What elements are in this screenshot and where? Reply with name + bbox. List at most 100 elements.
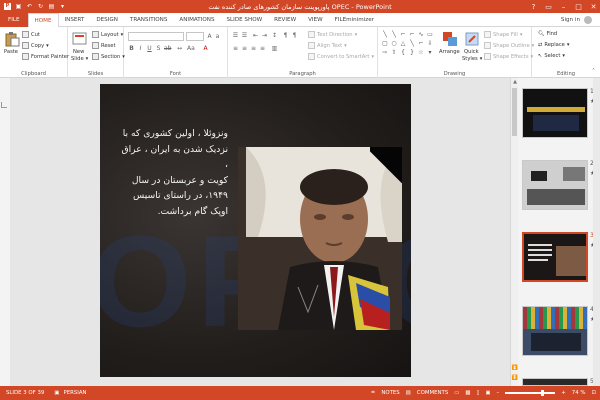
- collapse-ribbon-icon[interactable]: ˄: [590, 68, 597, 75]
- notes-icon[interactable]: ≐: [371, 390, 376, 396]
- bullets-icon[interactable]: ☰: [232, 32, 239, 39]
- oval-shape-icon[interactable]: ○: [390, 40, 398, 47]
- collapsed-left-pane[interactable]: [0, 78, 10, 386]
- decrease-indent-icon[interactable]: ⇤: [252, 32, 259, 39]
- font-name-input[interactable]: [128, 32, 184, 41]
- arrow-shape-icon[interactable]: ⇩: [426, 40, 434, 47]
- ribbon-display-button[interactable]: ▭: [544, 3, 553, 11]
- arrange-button[interactable]: Arrange: [439, 49, 460, 55]
- slide-thumbnail[interactable]: [522, 88, 588, 138]
- elbow-shape-icon[interactable]: ⌐: [399, 31, 407, 38]
- present-icon[interactable]: ▤: [48, 3, 55, 10]
- paste-button[interactable]: Paste: [4, 49, 18, 55]
- slide-thumbnail[interactable]: [522, 378, 588, 386]
- justify-icon[interactable]: ≡: [259, 45, 266, 52]
- notes-button[interactable]: NOTES: [381, 390, 399, 396]
- tab-fileminimizer[interactable]: FILEminimizer: [329, 13, 380, 27]
- comments-icon[interactable]: ▤: [406, 390, 411, 396]
- brace-shape-icon[interactable]: {: [399, 49, 407, 56]
- rounded-rect-shape-icon[interactable]: ▢: [381, 40, 389, 47]
- paste-icon[interactable]: [4, 31, 20, 47]
- slide-canvas[interactable]: OPEC ونزوئلا ، اولین کشوری که با نزدیک ش…: [100, 84, 411, 377]
- font-size-input[interactable]: [186, 32, 204, 41]
- char-spacing-icon[interactable]: ↔: [176, 45, 183, 52]
- text-direction-button[interactable]: Text Direction ▾: [308, 31, 357, 38]
- triangle-shape-icon[interactable]: △: [399, 40, 407, 47]
- new-slide-icon[interactable]: [72, 31, 88, 47]
- more-shapes-icon[interactable]: ▾: [426, 49, 434, 56]
- close-button[interactable]: ✕: [589, 3, 598, 11]
- sign-in-label[interactable]: Sign in: [561, 13, 580, 27]
- replace-button[interactable]: ⇄ Replace ▾: [538, 42, 570, 48]
- tab-insert[interactable]: INSERT: [59, 13, 91, 27]
- normal-view-icon[interactable]: ▭: [454, 390, 459, 396]
- italic-icon[interactable]: I: [137, 45, 144, 52]
- quick-styles-button[interactable]: Quick: [464, 49, 479, 55]
- zoom-in-icon[interactable]: +: [561, 390, 566, 396]
- change-case-icon[interactable]: Aa: [187, 45, 195, 52]
- shape-effects-button[interactable]: Shape Effects ▾: [484, 53, 533, 60]
- minimize-button[interactable]: –: [559, 3, 568, 11]
- align-text-button[interactable]: Align Text ▾: [308, 42, 347, 49]
- line-spacing-icon[interactable]: ↕: [271, 32, 278, 39]
- slide-text-box[interactable]: ونزوئلا ، اولین کشوری که با نزدیک شدن به…: [116, 126, 228, 219]
- format-painter-button[interactable]: Format Painter: [22, 53, 69, 60]
- comments-button[interactable]: COMMENTS: [417, 390, 448, 396]
- increase-indent-icon[interactable]: ⇥: [261, 32, 268, 39]
- quick-styles-icon[interactable]: [464, 31, 480, 47]
- find-button[interactable]: 🔍︎ Find: [538, 31, 557, 37]
- shape-outline-button[interactable]: Shape Outline ▾: [484, 42, 534, 49]
- tab-file[interactable]: FILE: [0, 12, 28, 27]
- new-slide-button[interactable]: New: [73, 49, 84, 55]
- save-icon[interactable]: ▣: [15, 3, 22, 10]
- tab-animations[interactable]: ANIMATIONS: [173, 13, 220, 27]
- undo-icon[interactable]: ↶: [26, 3, 33, 10]
- rectangle-shape-icon[interactable]: ▭: [426, 31, 434, 38]
- copy-button[interactable]: Copy ▾: [22, 42, 49, 49]
- align-center-icon[interactable]: ≡: [241, 45, 248, 52]
- reset-button[interactable]: Reset: [92, 42, 116, 49]
- tab-view[interactable]: VIEW: [302, 13, 329, 27]
- maximize-button[interactable]: □: [574, 3, 583, 11]
- layout-button[interactable]: Layout ▾: [92, 31, 123, 38]
- cut-button[interactable]: Cut: [22, 31, 40, 38]
- underline-icon[interactable]: U: [146, 45, 153, 52]
- redo-icon[interactable]: ↻: [37, 3, 44, 10]
- slide-thumbnail-selected[interactable]: [522, 232, 588, 282]
- tab-review[interactable]: REVIEW: [268, 13, 302, 27]
- section-button[interactable]: Section ▾: [92, 53, 125, 60]
- fit-to-window-icon[interactable]: ⊡: [591, 390, 596, 396]
- elbow-shape-icon[interactable]: ⌐: [408, 31, 416, 38]
- tab-slide-show[interactable]: SLIDE SHOW: [221, 13, 269, 27]
- new-slide-dropdown[interactable]: Slide ▾: [71, 56, 88, 62]
- slide-photo[interactable]: [238, 147, 402, 330]
- select-button[interactable]: ↖ Select ▾: [538, 53, 565, 59]
- elbow-shape-icon[interactable]: ⌐: [417, 40, 425, 47]
- ltr-icon[interactable]: ¶: [282, 32, 289, 39]
- thumbnails-scrollbar[interactable]: [593, 78, 600, 386]
- zoom-slider-knob[interactable]: [541, 390, 545, 396]
- slide-scrollbar[interactable]: ▲ ⏫ ⏬: [510, 78, 518, 386]
- arrow-shape-icon[interactable]: ⇧: [390, 49, 398, 56]
- align-left-icon[interactable]: ≡: [232, 45, 239, 52]
- rtl-icon[interactable]: ¶: [291, 32, 298, 39]
- convert-smartart-button[interactable]: Convert to SmartArt ▾: [308, 53, 374, 60]
- star-shape-icon[interactable]: ☆: [417, 49, 425, 56]
- shapes-gallery[interactable]: ╲ ╲ ⌐ ⌐ ∿ ▭ ▢ ○ △ ╲ ⌐ ⇩ ⇨ ⇧ { } ☆ ▾: [381, 31, 435, 57]
- shape-fill-button[interactable]: Shape Fill ▾: [484, 31, 522, 38]
- arrange-icon[interactable]: [442, 31, 458, 47]
- numbering-icon[interactable]: ☰: [241, 32, 248, 39]
- help-button[interactable]: ?: [529, 3, 538, 11]
- shadow-icon[interactable]: S: [155, 45, 162, 52]
- font-color-icon[interactable]: A: [202, 45, 209, 52]
- customize-icon[interactable]: ▾: [59, 3, 66, 10]
- slide-thumbnail[interactable]: [522, 160, 588, 210]
- zoom-out-icon[interactable]: –: [497, 390, 500, 396]
- quick-styles-dropdown[interactable]: Styles ▾: [462, 56, 482, 62]
- bold-icon[interactable]: B: [128, 45, 135, 52]
- expand-pane-icon[interactable]: [1, 102, 7, 108]
- zoom-slider[interactable]: [505, 390, 556, 396]
- columns-icon[interactable]: ▥: [271, 45, 278, 52]
- tab-home[interactable]: HOME: [27, 12, 59, 28]
- curve-shape-icon[interactable]: ∿: [417, 31, 425, 38]
